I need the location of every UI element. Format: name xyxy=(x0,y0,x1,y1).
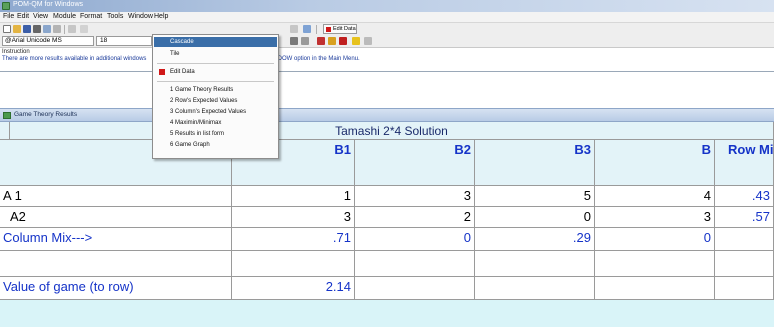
cell-a2-row-mix[interactable]: .57 xyxy=(715,207,774,228)
window-title: POM-QM for Windows xyxy=(13,1,84,8)
instruction-text: There are more results available in addi… xyxy=(2,56,147,62)
cell-column-mix-row-mix[interactable] xyxy=(715,228,774,251)
edit-data-button-label: Edit Data xyxy=(333,26,356,32)
menu-help[interactable]: Help xyxy=(154,13,168,20)
fill-color-icon[interactable] xyxy=(352,37,360,45)
instruction-label: Instruction xyxy=(2,49,30,55)
menu-file[interactable]: File xyxy=(3,13,14,20)
instruction-panel: Instruction There are more results avail… xyxy=(0,48,774,72)
menu-item-maximin-minimax[interactable]: 4 Maximin/Minimax xyxy=(154,118,277,128)
column-header-b2: B2 xyxy=(355,140,475,186)
copy-icon[interactable] xyxy=(43,25,51,33)
row-label-column-mix[interactable]: Column Mix---> xyxy=(0,228,232,251)
font-size-select[interactable]: 18 xyxy=(96,36,152,46)
menu-window[interactable]: Window xyxy=(128,13,153,20)
app-icon xyxy=(2,2,10,10)
blank-cell[interactable] xyxy=(595,251,715,277)
cell-column-mix-b1[interactable]: .71 xyxy=(232,228,355,251)
instruction-text-tail: WINDOW option in the Main Menu. xyxy=(266,56,360,62)
edit-data-button[interactable]: Edit Data xyxy=(323,24,357,34)
edit-data-icon xyxy=(326,27,331,32)
menu-format[interactable]: Format xyxy=(80,13,102,20)
cell-a1-b2[interactable]: 3 xyxy=(355,186,475,207)
blank-cell[interactable] xyxy=(0,251,232,277)
row-label-value-of-game[interactable]: Value of game (to row) xyxy=(0,277,232,300)
column-header-row-mix: Row Mix xyxy=(715,140,774,186)
cell-column-mix-b[interactable]: 0 xyxy=(595,228,715,251)
cell-a2-b2[interactable]: 2 xyxy=(355,207,475,228)
results-grid: Tamashi 2*4 Solution B1 B2 B3 B Row Mix … xyxy=(0,122,774,327)
paste-icon[interactable] xyxy=(53,25,61,33)
open-folder-icon[interactable] xyxy=(13,25,21,33)
toolbar-format: @Arial Unicode MS 18 xyxy=(0,35,774,48)
menu-item-edit-data[interactable]: Edit Data xyxy=(154,67,277,77)
cell-column-mix-b2[interactable]: 0 xyxy=(355,228,475,251)
new-file-icon[interactable] xyxy=(3,25,11,33)
cell-a2-b[interactable]: 3 xyxy=(595,207,715,228)
cell-a2-b3[interactable]: 0 xyxy=(475,207,595,228)
calculator-icon[interactable] xyxy=(303,25,311,33)
menu-item-edit-data-label: Edit Data xyxy=(170,69,195,75)
menu-separator xyxy=(157,81,274,82)
cell-a1-b1[interactable]: 1 xyxy=(232,186,355,207)
results-window-icon xyxy=(3,112,11,119)
toolbar-separator xyxy=(64,25,65,34)
cell-a2-b1[interactable]: 3 xyxy=(232,207,355,228)
menu-item-rows-expected-values[interactable]: 2 Row's Expected Values xyxy=(154,96,277,106)
row-label-a2[interactable]: A2 xyxy=(0,207,232,228)
align-icon[interactable] xyxy=(290,37,298,45)
font-name-select[interactable]: @Arial Unicode MS xyxy=(2,36,94,46)
menu-item-columns-expected-values[interactable]: 3 Column's Expected Values xyxy=(154,107,277,117)
cell-a1-b[interactable]: 4 xyxy=(595,186,715,207)
menu-tools[interactable]: Tools xyxy=(107,13,123,20)
results-window-title: Game Theory Results xyxy=(14,111,78,118)
toolbar-separator xyxy=(316,25,317,34)
results-window-title-bar[interactable]: Game Theory Results xyxy=(0,108,774,122)
blank-cell[interactable] xyxy=(595,277,715,300)
border-icon[interactable] xyxy=(364,37,372,45)
blank-cell[interactable] xyxy=(475,277,595,300)
edit-data-icon xyxy=(159,69,165,75)
cell-value-of-game[interactable]: 2.14 xyxy=(232,277,355,300)
menu-item-tile[interactable]: Tile xyxy=(154,49,277,59)
decimal-icon[interactable] xyxy=(301,37,309,45)
menu-item-game-theory-results[interactable]: 1 Game Theory Results xyxy=(154,85,277,95)
menu-item-results-list-form[interactable]: 5 Results in list form xyxy=(154,129,277,139)
font-color-icon[interactable] xyxy=(339,37,347,45)
blank-cell[interactable] xyxy=(475,251,595,277)
blank-cell[interactable] xyxy=(355,251,475,277)
menu-item-cascade[interactable]: Cascade xyxy=(154,37,277,47)
menu-view[interactable]: View xyxy=(33,13,48,20)
column-header-b: B xyxy=(595,140,715,186)
cell-column-mix-b3[interactable]: .29 xyxy=(475,228,595,251)
color-icon[interactable] xyxy=(317,37,325,45)
print-icon[interactable] xyxy=(33,25,41,33)
percent-icon[interactable] xyxy=(290,25,298,33)
menu-separator xyxy=(157,63,274,64)
workspace-background xyxy=(0,72,774,108)
cell-a1-row-mix[interactable]: .43 xyxy=(715,186,774,207)
title-bar: POM-QM for Windows xyxy=(0,0,774,12)
row-label-a1[interactable]: A 1 xyxy=(0,186,232,207)
menu-edit[interactable]: Edit xyxy=(17,13,29,20)
blank-cell[interactable] xyxy=(355,277,475,300)
blank-cell[interactable] xyxy=(232,251,355,277)
window-menu-dropdown: Cascade Tile Edit Data 1 Game Theory Res… xyxy=(152,34,279,159)
column-header-b3: B3 xyxy=(475,140,595,186)
save-icon[interactable] xyxy=(23,25,31,33)
menu-bar: File Edit View Module Format Tools Windo… xyxy=(0,12,774,23)
menu-module[interactable]: Module xyxy=(53,13,76,20)
menu-item-game-graph[interactable]: 6 Game Graph xyxy=(154,140,277,150)
blank-cell[interactable] xyxy=(715,277,774,300)
grid-icon[interactable] xyxy=(68,25,76,33)
grid-corner xyxy=(0,122,10,140)
cell-a1-b3[interactable]: 5 xyxy=(475,186,595,207)
toolbar-standard: Edit Data xyxy=(0,23,774,35)
undo-icon[interactable] xyxy=(80,25,88,33)
chart-icon[interactable] xyxy=(328,37,336,45)
solution-title: Tamashi 2*4 Solution xyxy=(10,122,774,140)
blank-cell[interactable] xyxy=(715,251,774,277)
